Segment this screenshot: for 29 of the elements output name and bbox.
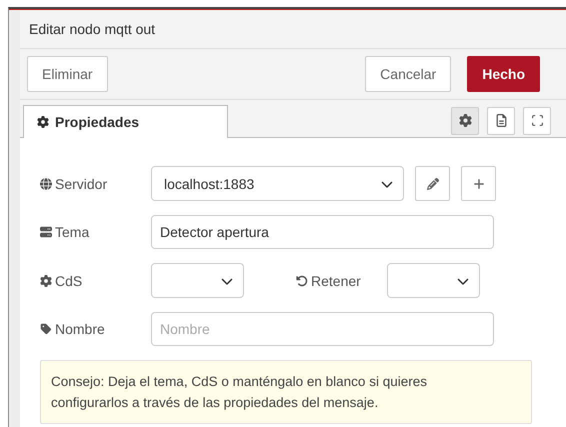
done-button[interactable]: Hecho [467, 56, 540, 92]
add-button[interactable] [461, 166, 496, 201]
dialog-title: Editar nodo mqtt out [29, 21, 156, 37]
tag-icon [40, 323, 52, 335]
tab-tool-button[interactable] [451, 106, 479, 134]
qos-label: CdS [40, 272, 151, 288]
edit-button[interactable] [415, 166, 450, 201]
server-select[interactable]: localhost:1883 [151, 166, 404, 201]
tab-tool-button[interactable] [487, 106, 515, 134]
pencil-icon [426, 178, 438, 190]
gear-icon [40, 274, 52, 286]
document-icon [494, 114, 508, 127]
properties-tab[interactable]: Propiedades [23, 105, 228, 138]
tip-text: Consejo: Deja el tema, CdS o manténgalo en blanco si quieres configurarlos a través de las propiedades del mensaje. [40, 360, 532, 424]
server-label: Servidor [40, 176, 151, 192]
globe-icon [40, 178, 52, 190]
settings-icon [37, 116, 49, 128]
topic-label: Tema [40, 224, 151, 240]
name-label: Nombre [40, 321, 151, 337]
undo-icon [296, 274, 308, 286]
retain-label: Retener [296, 272, 361, 288]
settings-icon [458, 114, 472, 127]
cancel-button[interactable]: Cancelar [365, 56, 452, 92]
name-input[interactable]: Nombre [151, 312, 494, 346]
plus-icon [472, 178, 484, 190]
delete-button[interactable]: Eliminar [27, 56, 108, 92]
tab-tool-button[interactable] [523, 106, 551, 134]
frame-icon [530, 114, 544, 127]
topic-input[interactable]: Detector apertura [151, 215, 494, 249]
